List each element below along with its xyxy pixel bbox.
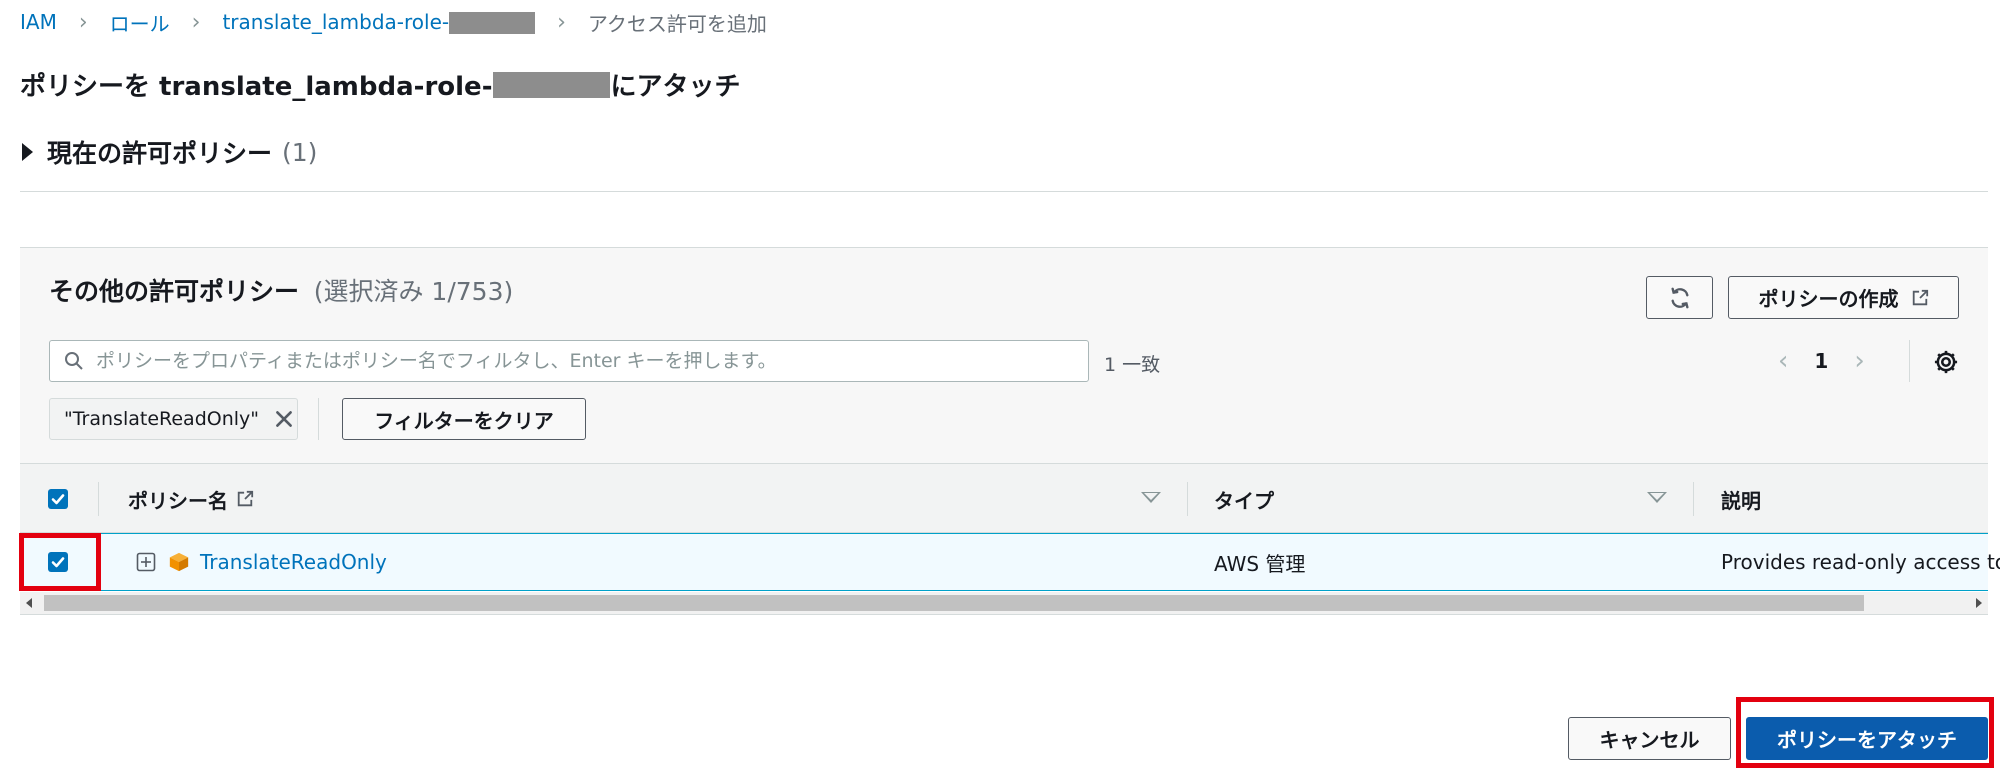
close-icon[interactable]: [273, 408, 295, 430]
divider: [318, 398, 319, 440]
sort-caret-icon[interactable]: [1141, 492, 1161, 503]
page-title-prefix: ポリシーを translate_lambda-role-: [20, 72, 493, 102]
current-policies-label: 現在の許可ポリシー: [47, 139, 273, 168]
column-divider: [1693, 482, 1694, 516]
page-number[interactable]: 1: [1814, 349, 1828, 373]
chevron-right-icon: ›: [78, 9, 88, 35]
expand-plus-icon[interactable]: [136, 552, 156, 572]
column-divider: [98, 482, 99, 516]
policy-type-cell: AWS 管理: [1214, 551, 1306, 576]
other-policies-count: (選択済み 1/753): [313, 277, 514, 306]
page-title: ポリシーを translate_lambda-role- にアタッチ: [20, 66, 741, 103]
breadcrumb-roles[interactable]: ロール: [110, 8, 170, 37]
column-header-description[interactable]: 説明: [1721, 464, 1761, 534]
scrollbar-thumb[interactable]: [44, 595, 1864, 611]
filter-token-label: "TranslateReadOnly": [64, 408, 260, 430]
other-policies-title: その他の許可ポリシー (選択済み 1/753): [49, 272, 513, 308]
cancel-button[interactable]: キャンセル: [1568, 717, 1731, 760]
policy-description-cell: Provides read-only access to A: [1721, 550, 2000, 574]
column-divider: [1187, 482, 1188, 516]
match-count: 1 一致: [1104, 354, 1161, 376]
other-policies-title-text: その他の許可ポリシー: [49, 277, 300, 306]
redaction-mark: [493, 71, 611, 98]
page-title-suffix: にアタッチ: [610, 72, 741, 102]
column-header-type[interactable]: タイプ: [1214, 464, 1274, 534]
select-all-cell: [48, 464, 68, 534]
caret-right-icon: [22, 143, 33, 161]
check-icon: [51, 494, 65, 505]
chevron-right-icon: ›: [557, 9, 566, 35]
column-header-label: ポリシー名: [128, 488, 228, 513]
horizontal-scrollbar[interactable]: [20, 592, 1988, 615]
highlight-box: [19, 533, 101, 591]
chevron-right-icon: ›: [191, 9, 201, 35]
policy-name-link[interactable]: TranslateReadOnly: [200, 550, 387, 574]
breadcrumb: IAM › ロール › translate_lambda-role- › アクセ…: [20, 8, 767, 36]
table-row[interactable]: TranslateReadOnly AWS 管理 Provides read-o…: [20, 533, 2000, 591]
select-all-checkbox[interactable]: [48, 489, 68, 509]
highlight-box: [1736, 697, 1994, 768]
divider: [20, 191, 1988, 192]
external-link-icon: [237, 490, 254, 507]
breadcrumb-role-label: translate_lambda-role-: [222, 9, 450, 34]
clear-filter-button[interactable]: フィルターをクリア: [342, 398, 586, 440]
breadcrumb-role[interactable]: translate_lambda-role-: [222, 9, 536, 35]
refresh-icon: [1670, 287, 1689, 308]
aws-managed-cube-icon: [169, 552, 189, 572]
policy-name-cell: TranslateReadOnly: [136, 534, 387, 590]
gear-icon[interactable]: [1932, 348, 1960, 376]
redaction-mark: [449, 12, 536, 35]
current-policies-count: (1): [282, 137, 318, 167]
external-link-icon: [1912, 289, 1928, 305]
scroll-left-arrow-icon[interactable]: [26, 598, 32, 608]
pagination: ‹ 1 ›: [1778, 343, 1865, 379]
column-header-policy-name[interactable]: ポリシー名: [128, 464, 254, 534]
search-input[interactable]: [94, 349, 1078, 373]
breadcrumb-iam[interactable]: IAM: [20, 10, 57, 34]
divider: [1909, 340, 1910, 382]
search-icon: [65, 352, 83, 370]
chevron-left-icon[interactable]: ‹: [1778, 346, 1788, 376]
create-policy-button[interactable]: ポリシーの作成: [1728, 276, 1959, 319]
scroll-right-arrow-icon[interactable]: [1976, 598, 1982, 608]
sort-caret-icon[interactable]: [1647, 492, 1667, 503]
policy-search[interactable]: [49, 340, 1089, 382]
table-header: ポリシー名 タイプ 説明: [20, 463, 1988, 533]
create-policy-label: ポリシーの作成: [1758, 287, 1899, 311]
breadcrumb-current: アクセス許可を追加: [587, 11, 767, 36]
filter-token: "TranslateReadOnly": [49, 398, 298, 440]
refresh-button[interactable]: [1646, 276, 1713, 319]
current-policies-toggle[interactable]: 現在の許可ポリシー (1): [22, 134, 317, 170]
chevron-right-icon[interactable]: ›: [1854, 346, 1864, 376]
